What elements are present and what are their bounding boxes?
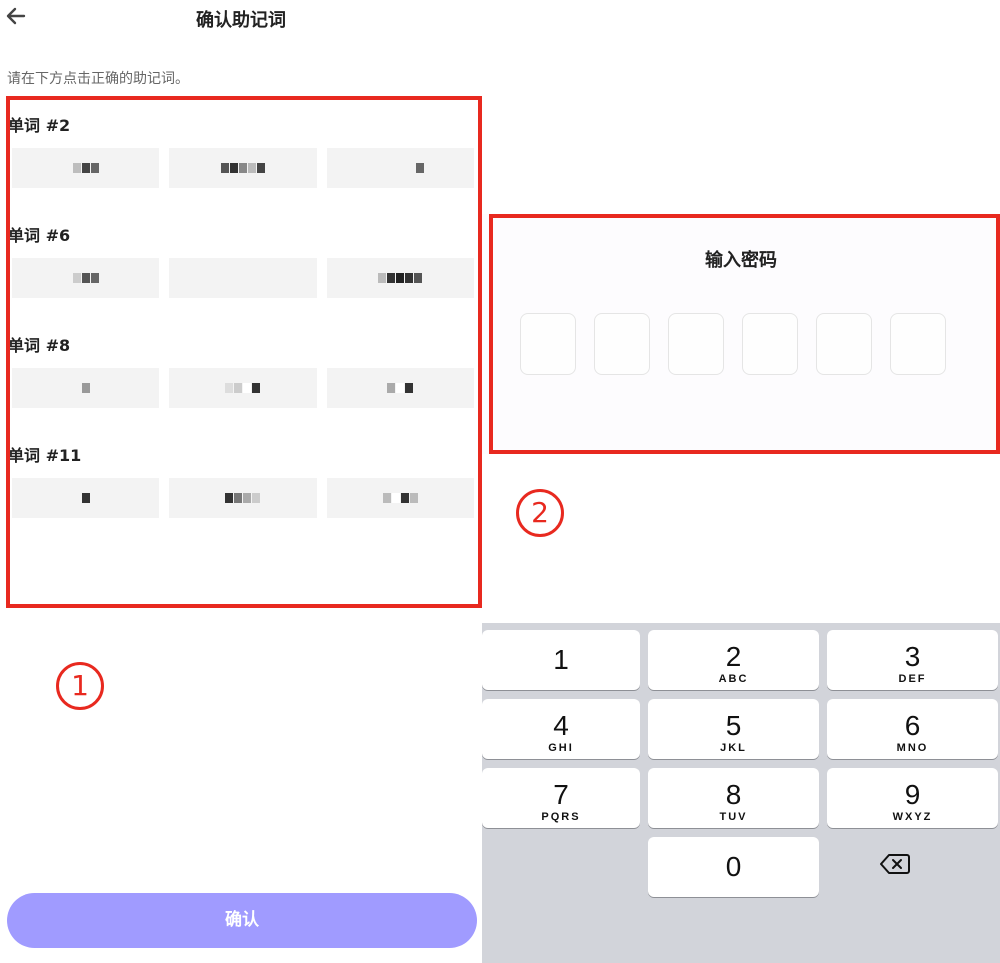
- key-digit: 7: [553, 779, 569, 810]
- key-letters: JKL: [720, 742, 747, 754]
- confirm-button[interactable]: 确认: [7, 893, 477, 948]
- key-6[interactable]: 6 MNO: [827, 699, 998, 759]
- key-letters: MNO: [896, 742, 929, 754]
- key-8[interactable]: 8 TUV: [648, 768, 819, 828]
- key-digit: 3: [904, 641, 921, 672]
- key-letters: PQRS: [541, 811, 581, 823]
- key-digit: 5: [725, 710, 742, 741]
- key-digit: 1: [553, 644, 569, 675]
- key-5[interactable]: 5 JKL: [648, 699, 819, 759]
- key-9[interactable]: 9 WXYZ: [827, 768, 998, 828]
- key-2[interactable]: 2 ABC: [648, 630, 819, 690]
- backspace-icon[interactable]: [880, 852, 940, 882]
- key-3[interactable]: 3 DEF: [827, 630, 998, 690]
- key-digit: 0: [725, 851, 742, 882]
- key-digit: 2: [725, 641, 742, 672]
- annotation-marker-2: 2: [516, 489, 564, 537]
- highlight-box-1: [6, 96, 482, 608]
- key-7[interactable]: 7 PQRS: [482, 768, 640, 828]
- highlight-box-2: [489, 214, 1000, 454]
- key-digit: 9: [904, 779, 921, 810]
- key-0[interactable]: 0: [648, 837, 819, 897]
- key-4[interactable]: 4 GHI: [482, 699, 640, 759]
- key-1[interactable]: 1: [482, 630, 640, 690]
- key-digit: 6: [904, 710, 921, 741]
- key-letters: GHI: [548, 742, 574, 754]
- key-letters: DEF: [898, 673, 927, 685]
- key-letters: WXYZ: [892, 811, 933, 823]
- key-digit: 4: [553, 710, 569, 741]
- annotation-marker-1: 1: [56, 662, 104, 710]
- page-title: 确认助记词: [196, 10, 286, 31]
- key-letters: ABC: [718, 673, 749, 685]
- key-digit: 8: [725, 779, 742, 810]
- instruction-text: 请在下方点击正确的助记词。: [7, 71, 189, 87]
- key-letters: TUV: [719, 811, 748, 823]
